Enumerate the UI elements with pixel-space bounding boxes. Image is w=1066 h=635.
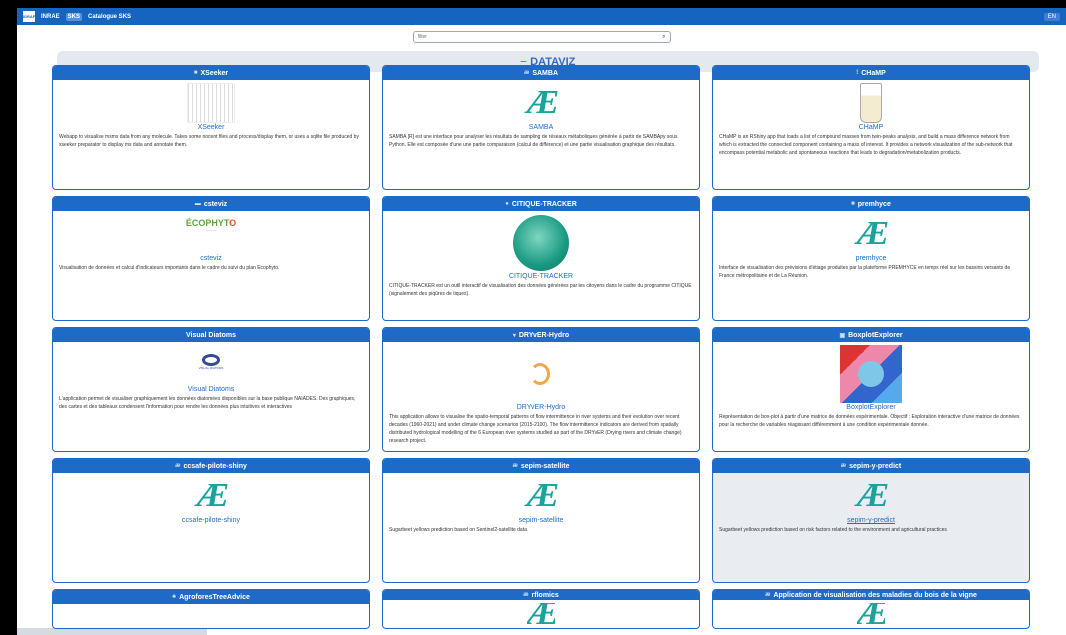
card-title: Application de visualisation des maladie… (773, 591, 977, 599)
citique-thumbnail (513, 215, 569, 271)
card-title: sepim-satellite (520, 462, 570, 470)
xseeker-thumbnail (187, 83, 235, 123)
card-link[interactable]: XSeeker (198, 124, 225, 131)
card-title: AgroforesTreeAdvice (179, 593, 250, 601)
ae-logo: Æ (856, 603, 886, 625)
champagne-glass-thumbnail (860, 83, 882, 123)
dryver-logo (526, 357, 556, 391)
app-card-citique-tracker[interactable]: ● CITIQUE-TRACKER CITIQUE-TRACKER CITIQUE… (382, 196, 700, 321)
card-title: sepim-y-predict (849, 462, 902, 470)
ae-logo: Æ (196, 477, 229, 514)
app-card-xseeker[interactable]: ■ XSeeker XSeeker Webapp to visualise msm… (52, 65, 370, 190)
diatoms-logo: VISUAL DIATOMS (197, 354, 225, 376)
card-link[interactable]: sepim-y-predict (847, 517, 895, 524)
igraf-logo[interactable]: IGRAF (23, 11, 35, 22)
search-box[interactable]: ⌕ (412, 31, 671, 43)
ae-logo: Æ (526, 477, 559, 514)
catalog-link[interactable]: Catalogue SKS (88, 14, 131, 20)
champagne-icon: ! (856, 70, 859, 76)
magnifier-icon: ▣ (839, 332, 846, 339)
app-card-dryver-hydro[interactable]: ▾ DRYvER-Hydro DRYvER-Hydro This applicat… (382, 327, 700, 452)
globe-icon: ● (505, 201, 509, 207)
app-card-ccsafe-pilote-shiny[interactable]: æ ccsafe-pilote-shiny Æ ccsafe-pilote-shi… (52, 458, 370, 583)
card-link[interactable]: SAMBA (529, 124, 554, 131)
org-link[interactable]: INRAE (41, 14, 60, 20)
app-card-sepim-y-predict[interactable]: æ sepim-y-predict Æ sepim-y-predict Sugar… (712, 458, 1030, 583)
app-icon: ■ (193, 70, 198, 76)
app-card-sepim-satellite[interactable]: æ sepim-satellite Æ sepim-satellite Sugar… (382, 458, 700, 583)
card-title: premhyce (857, 200, 891, 208)
card-description: This application allows to visualise the… (389, 414, 682, 444)
top-navbar: IGRAF INRAE SKS Catalogue SKS EN (17, 8, 1066, 25)
card-title: Visual Diatoms (185, 331, 237, 339)
card-link[interactable]: DRYvER-Hydro (517, 404, 566, 411)
card-description: Sugarbeet yellows prediction based on Se… (389, 527, 527, 533)
drop-icon: ▾ (512, 332, 516, 339)
boxplot-thumbnail (840, 345, 902, 403)
search-row: ⌕ (17, 25, 1066, 49)
ae-logo: Æ (526, 603, 556, 625)
card-description: CITIQUE-TRACKER est un outil interactif … (389, 283, 692, 297)
card-link[interactable]: premhyce (856, 255, 887, 262)
ae-logo: Æ (856, 477, 889, 514)
card-link[interactable]: BoxplotExplorer (846, 404, 895, 411)
card-title: XSeeker (200, 69, 229, 77)
card-link[interactable]: CITIQUE-TRACKER (509, 273, 573, 280)
card-description: Sugarbeet yellows prediction based on ri… (719, 527, 947, 533)
card-link[interactable]: sepim-satellite (519, 517, 564, 524)
card-description: SAMBA [R] est une interface pour analyse… (389, 134, 678, 148)
card-description: Interface de visualisation des prévision… (719, 265, 1011, 279)
ecophyto-logo: ÉCOPHYTO ———— (185, 218, 237, 232)
card-title: csteviz (203, 200, 228, 208)
app-card-premhyce[interactable]: ■ premhyce Æ premhyce Interface de visual… (712, 196, 1030, 321)
app-card-samba[interactable]: æ SAMBA Æ SAMBA SAMBA [R] est une interfa… (382, 65, 700, 190)
card-title: SAMBA (532, 69, 558, 77)
language-switch[interactable]: EN (1043, 12, 1060, 21)
search-icon[interactable]: ⌕ (662, 34, 665, 41)
ae-icon: æ (512, 463, 518, 469)
card-link[interactable]: CHaMP (859, 124, 884, 131)
card-link[interactable]: Visual Diatoms (188, 386, 235, 393)
app-card-grid: ■ XSeeker XSeeker Webapp to visualise msm… (52, 65, 1030, 629)
card-description: Webapp to visualise msms data from any m… (59, 134, 359, 148)
sks-badge[interactable]: SKS (65, 12, 83, 21)
app-icon: ■ (851, 201, 855, 207)
ae-icon: æ (840, 463, 847, 469)
card-description: Visualisation de données et calcul d'ind… (59, 265, 280, 271)
card-title: BoxplotExplorer (848, 331, 903, 339)
card-title: DRYvER-Hydro (518, 331, 570, 339)
app-card-visual-diatoms[interactable]: Visual Diatoms VISUAL DIATOMS Visual Dia… (52, 327, 370, 452)
card-description: Représentation de box-plot à partir d'un… (719, 414, 1020, 428)
card-title: ccsafe-pilote-shiny (183, 462, 247, 470)
card-link[interactable]: ccsafe-pilote-shiny (182, 517, 240, 524)
app-card-agroforestreeadvice[interactable]: ♣ AgroforesTreeAdvice (52, 589, 370, 629)
app-card-csteviz[interactable]: ▬ csteviz ÉCOPHYTO ———— csteviz Visualisat… (52, 196, 370, 321)
app-card-boxplotexplorer[interactable]: ▣ BoxplotExplorer BoxplotExplorer Représe… (712, 327, 1030, 452)
ae-icon: æ (523, 70, 530, 76)
app-icon: ▬ (194, 201, 201, 207)
ae-logo: Æ (856, 215, 889, 252)
app-card-maladies-bois-vigne[interactable]: æ Application de visualisation des maladi… (712, 589, 1030, 629)
ae-icon: æ (175, 463, 181, 469)
tree-icon: ♣ (172, 594, 177, 600)
search-input[interactable] (417, 34, 663, 40)
ae-logo: Æ (526, 84, 559, 121)
card-title: rflomics (531, 591, 559, 599)
card-title: CHaMP (861, 69, 886, 77)
card-description: CHaMP is an RShiny app that loads a list… (719, 134, 1013, 156)
card-description: L'application permet de visualiser graph… (59, 396, 356, 410)
ae-icon: æ (765, 592, 771, 598)
ae-icon: æ (523, 592, 529, 598)
app-card-champ[interactable]: ! CHaMP CHaMP CHaMP is an RShiny app that… (712, 65, 1030, 190)
card-title: CITIQUE-TRACKER (511, 200, 577, 208)
status-bar (17, 628, 207, 635)
card-link[interactable]: csteviz (200, 255, 221, 262)
app-card-rflomics[interactable]: æ rflomics Æ (382, 589, 700, 629)
